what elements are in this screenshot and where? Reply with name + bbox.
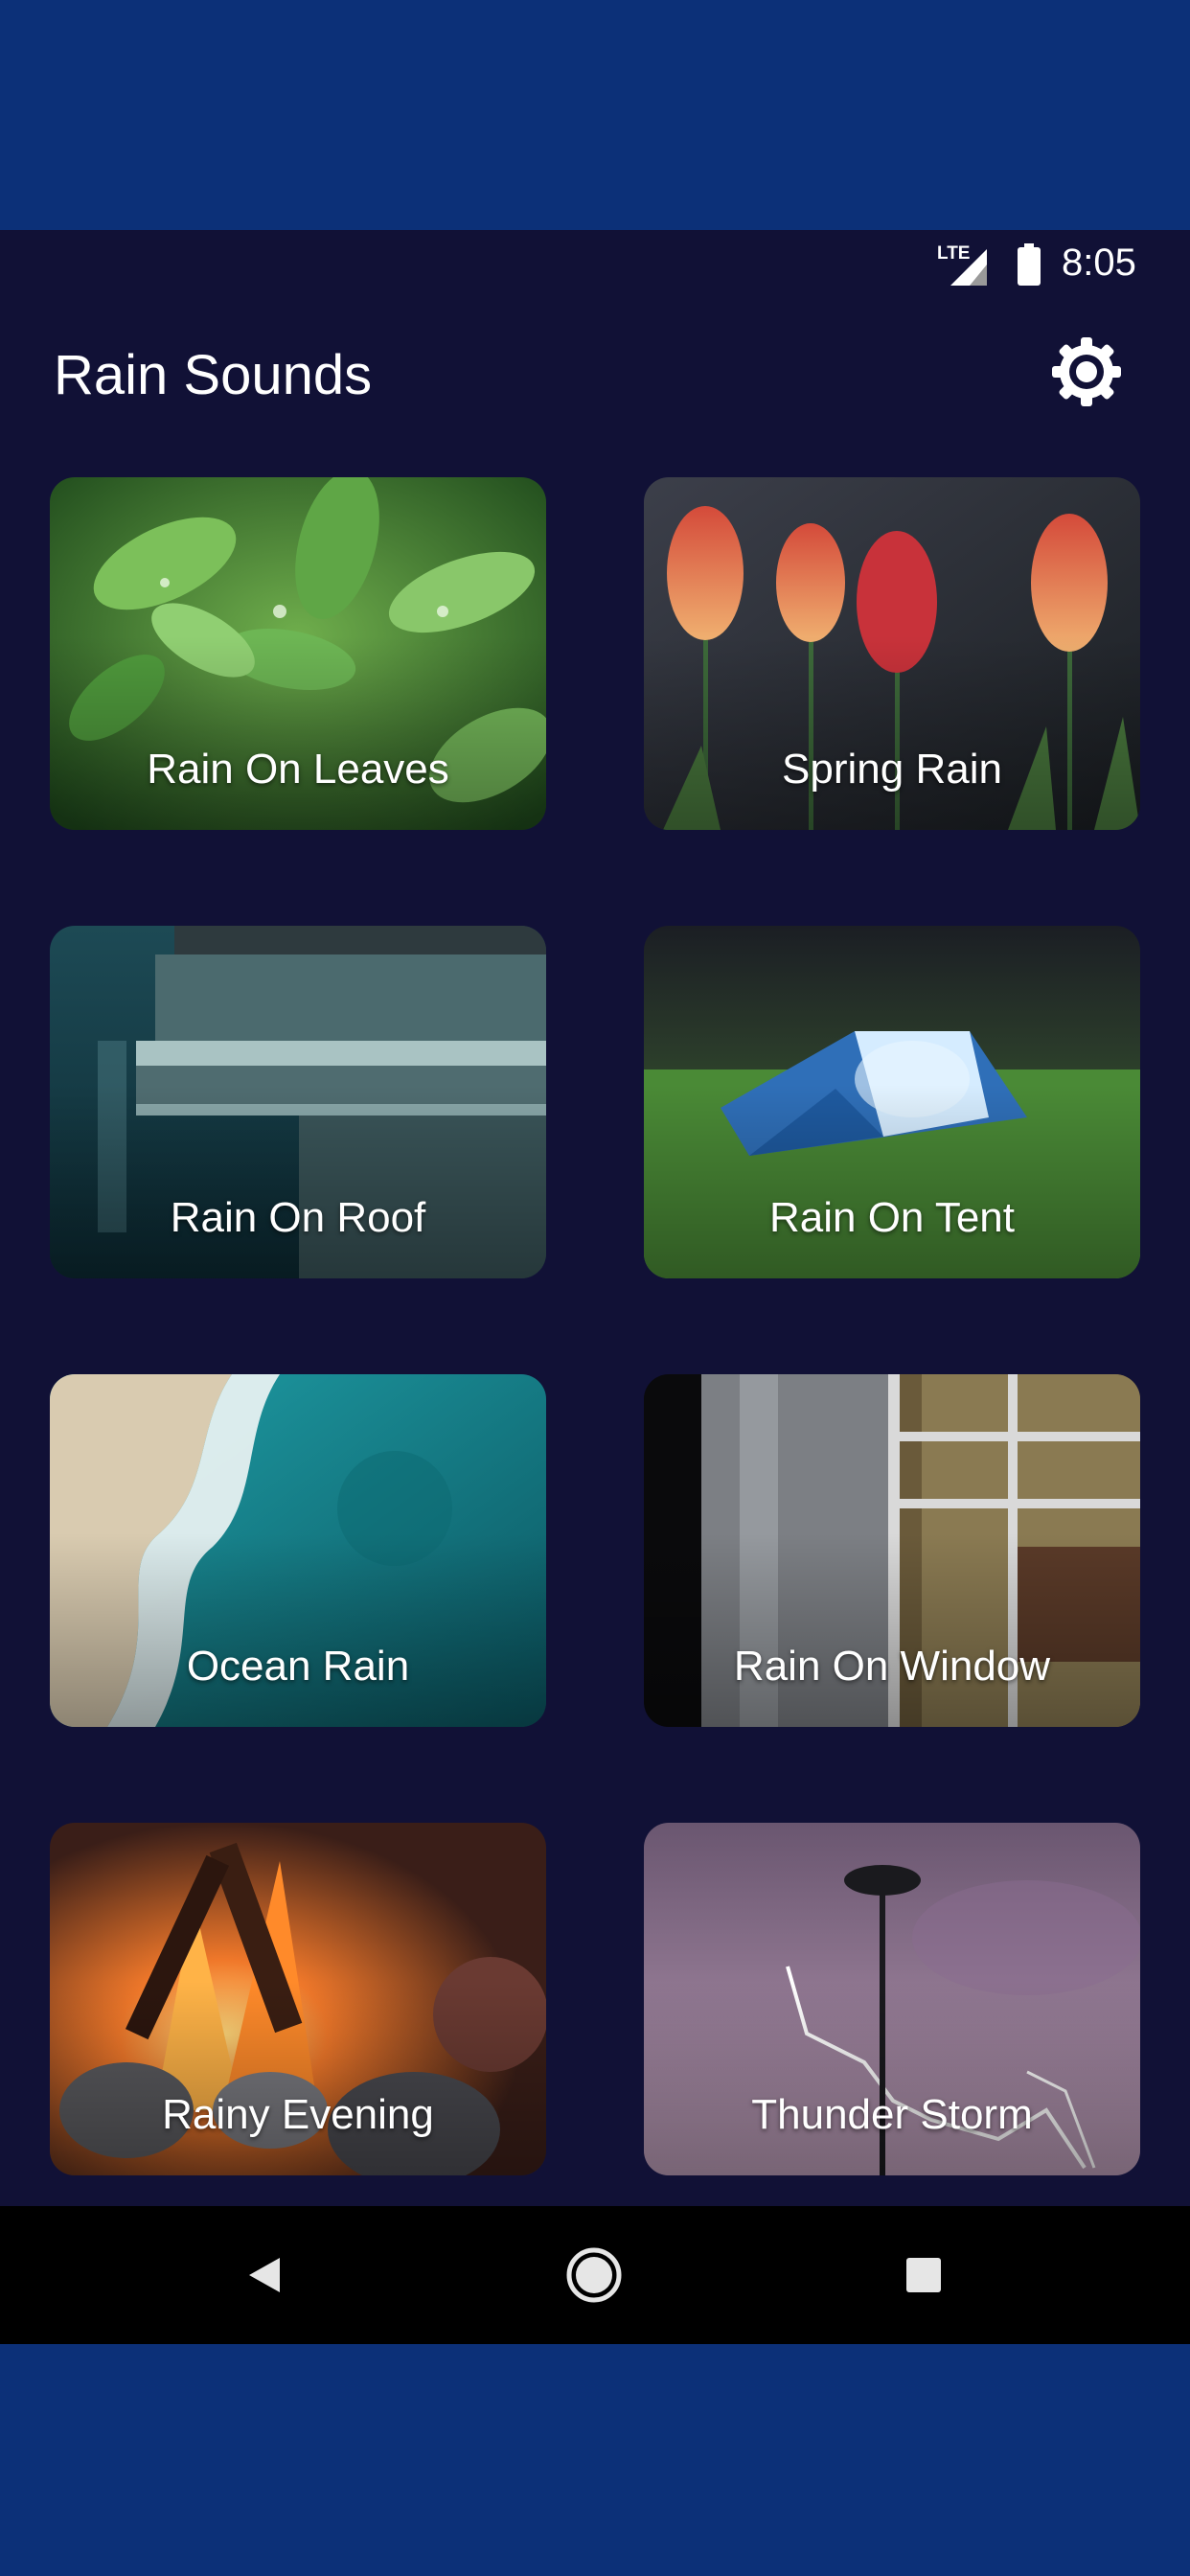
sound-card-rain-on-leaves[interactable]: Rain On Leaves bbox=[50, 477, 546, 830]
sound-label: Rainy Evening bbox=[162, 2091, 434, 2138]
battery-icon bbox=[1018, 243, 1041, 286]
back-triangle-icon bbox=[249, 2258, 280, 2292]
status-clock: 8:05 bbox=[1062, 242, 1136, 284]
sound-label: Thunder Storm bbox=[751, 2091, 1033, 2138]
sound-card-thunder-storm[interactable]: Thunder Storm bbox=[644, 1823, 1140, 2175]
home-button[interactable] bbox=[560, 2241, 629, 2310]
sound-card-rain-on-roof[interactable]: Rain On Roof bbox=[50, 926, 546, 1278]
sound-label: Rain On Roof bbox=[170, 1194, 426, 1241]
settings-button[interactable] bbox=[1050, 335, 1123, 408]
back-button[interactable] bbox=[230, 2241, 299, 2310]
signal-icon: LTE bbox=[937, 243, 991, 288]
sound-card-rainy-evening[interactable]: Rainy Evening bbox=[50, 1823, 546, 2175]
sound-label: Ocean Rain bbox=[186, 1643, 410, 1690]
gear-icon bbox=[1052, 337, 1121, 406]
sound-label: Rain On Leaves bbox=[147, 746, 449, 793]
recents-square-icon bbox=[906, 2258, 941, 2292]
sound-card-ocean-rain[interactable]: Ocean Rain bbox=[50, 1374, 546, 1727]
sound-label: Rain On Window bbox=[733, 1643, 1051, 1690]
sound-card-spring-rain[interactable]: Spring Rain bbox=[644, 477, 1140, 830]
sound-label: Rain On Tent bbox=[768, 1194, 1015, 1241]
sound-card-rain-on-tent[interactable]: Rain On Tent bbox=[644, 926, 1140, 1278]
recents-button[interactable] bbox=[889, 2241, 958, 2310]
sound-label: Spring Rain bbox=[782, 746, 1002, 793]
system-nav-bar bbox=[0, 2206, 1190, 2344]
home-circle-icon bbox=[566, 2247, 622, 2303]
phone-screen: LTE 8:05 Rain Sounds Rain On Leaves Spri… bbox=[0, 230, 1190, 2344]
status-bar: LTE 8:05 bbox=[0, 230, 1190, 303]
page-title: Rain Sounds bbox=[54, 344, 373, 406]
sound-card-rain-on-window[interactable]: Rain On Window bbox=[644, 1374, 1140, 1727]
